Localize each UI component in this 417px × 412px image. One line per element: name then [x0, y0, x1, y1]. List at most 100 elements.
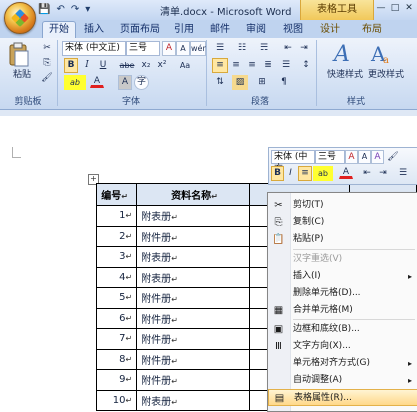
mini-increase-indent-icon[interactable]: ⇥ — [375, 166, 391, 181]
tab-references[interactable]: 引用 — [174, 22, 194, 38]
sort-icon[interactable]: ⇅ — [212, 75, 228, 90]
show-marks-icon[interactable]: ¶ — [276, 75, 292, 90]
office-button[interactable] — [4, 2, 36, 34]
row-name-cell[interactable]: 附表册↵ — [136, 246, 250, 268]
row-name-cell[interactable]: 附件册↵ — [136, 348, 250, 370]
row-number-cell[interactable]: 6↵ — [95, 307, 138, 329]
menu-item-copy[interactable]: ⎘ 复制(C) — [268, 214, 417, 231]
row-number-cell[interactable]: 2↵ — [95, 225, 138, 247]
menu-item-borders-shading[interactable]: ▣ 边框和底纹(B)... — [268, 321, 417, 338]
row-name-cell[interactable]: 附表册↵ — [136, 205, 250, 227]
paste-icon[interactable] — [8, 42, 30, 67]
quick-styles-icon[interactable]: A — [332, 41, 356, 67]
tab-design[interactable]: 设计 — [320, 22, 340, 38]
menu-item-paste[interactable]: 📋 粘贴(P) — [268, 231, 417, 248]
change-styles-button[interactable]: 更改样式 — [362, 68, 410, 83]
numbering-icon[interactable]: ☷ — [234, 41, 250, 56]
customize-qat-icon[interactable]: ▾ — [85, 3, 90, 17]
tab-layout[interactable]: 布局 — [362, 22, 382, 38]
copy-icon[interactable]: ⎘ — [40, 56, 54, 71]
menu-item-merge-cells[interactable]: ▦ 合并单元格(M) — [268, 302, 417, 319]
cut-icon[interactable]: ✂ — [40, 41, 54, 56]
enclose-characters-button[interactable]: 字 — [134, 75, 149, 90]
row-number-cell[interactable]: 10↵ — [95, 389, 138, 411]
shrink-font-button[interactable]: A — [176, 41, 190, 56]
row-number-cell[interactable]: 5↵ — [95, 287, 138, 309]
row-number-cell[interactable]: 7↵ — [95, 328, 138, 350]
align-center-icon[interactable]: ≡ — [228, 58, 244, 73]
mini-font-color-icon[interactable]: A — [339, 166, 353, 179]
phonetic-guide-button[interactable]: wén — [190, 41, 208, 56]
font-family-input[interactable]: 宋体 (中文正) — [62, 41, 126, 56]
row-number-cell[interactable]: 4↵ — [95, 266, 138, 288]
row-name-cell[interactable]: 附件册↵ — [136, 307, 250, 329]
mini-bullets-icon[interactable]: ☰ — [395, 166, 411, 181]
align-left-icon[interactable]: ≡ — [212, 58, 228, 73]
font-size-input[interactable]: 三号 — [126, 41, 160, 56]
menu-item-text-direction[interactable]: Ⅲ 文字方向(X)... — [268, 338, 417, 355]
row-number-cell[interactable]: 9↵ — [95, 369, 138, 391]
menu-item-insert[interactable]: 插入(I) ▸ — [268, 268, 417, 285]
menu-item-table-properties[interactable]: ▤ 表格属性(R)... — [268, 389, 417, 406]
increase-indent-icon[interactable]: ⇥ — [296, 41, 312, 56]
mini-shrink-font-button[interactable]: A — [358, 150, 371, 164]
change-case-button[interactable]: Aa — [176, 58, 194, 73]
mini-format-painter-icon[interactable]: 🖌 — [385, 150, 401, 164]
row-name-cell[interactable]: 附表册↵ — [136, 266, 250, 288]
align-right-icon[interactable]: ≡ — [244, 58, 260, 73]
line-spacing-icon[interactable]: ↕ — [298, 58, 314, 73]
highlight-button[interactable]: ab — [64, 75, 86, 90]
bullets-icon[interactable]: ☰ — [212, 41, 228, 56]
row-name-cell[interactable]: 附件册↵ — [136, 328, 250, 350]
menu-item-autofit[interactable]: 自动调整(A) ▸ — [268, 372, 417, 389]
row-number-cell[interactable]: 8↵ — [95, 348, 138, 370]
paste-button[interactable]: 粘贴 — [8, 68, 36, 83]
header-name[interactable]: 资料名称↵ — [136, 183, 250, 206]
mini-highlight-button[interactable]: ab — [313, 166, 333, 181]
tab-insert[interactable]: 插入 — [84, 22, 104, 38]
subscript-button[interactable]: x₂ — [138, 58, 154, 73]
save-icon[interactable]: 💾 — [38, 3, 50, 17]
row-number-cell[interactable]: 1↵ — [95, 205, 138, 227]
tab-review[interactable]: 审阅 — [246, 22, 266, 38]
mini-italic-button[interactable]: I — [284, 166, 297, 181]
tab-mailings[interactable]: 邮件 — [210, 22, 230, 38]
row-name-cell[interactable]: 附件册↵ — [136, 225, 250, 247]
maximize-button[interactable]: □ — [389, 2, 401, 14]
minimize-button[interactable]: — — [375, 2, 387, 14]
tab-view[interactable]: 视图 — [283, 22, 303, 38]
row-name-cell[interactable]: 附件册↵ — [136, 369, 250, 391]
row-name-cell[interactable]: 附表册↵ — [136, 389, 250, 411]
mini-font-size-input[interactable]: 三号 — [315, 150, 345, 164]
italic-button[interactable]: I — [80, 58, 94, 73]
mini-grow-font-button[interactable]: A — [345, 150, 358, 164]
menu-item-cell-alignment[interactable]: 单元格对齐方式(G) ▸ — [268, 355, 417, 372]
strikethrough-button[interactable]: abe — [116, 58, 138, 73]
close-button[interactable]: ✕ — [403, 2, 415, 14]
superscript-button[interactable]: x² — [154, 58, 170, 73]
mini-center-align-icon[interactable]: ≡ — [298, 166, 312, 181]
tab-page-layout[interactable]: 页面布局 — [120, 22, 160, 38]
mini-font-family-input[interactable]: 宋体 (中方 — [271, 150, 315, 174]
menu-item-delete-cells[interactable]: 删除单元格(D)... — [268, 285, 417, 302]
distributed-icon[interactable]: ☰ — [278, 58, 294, 73]
redo-icon[interactable]: ↷ — [71, 3, 79, 17]
underline-button[interactable]: U — [96, 58, 110, 73]
tab-home[interactable]: 开始 — [42, 21, 76, 39]
mini-bold-button[interactable]: B — [271, 166, 284, 181]
row-number-cell[interactable]: 3↵ — [95, 246, 138, 268]
header-number[interactable]: 编号↵ — [95, 183, 138, 206]
change-styles-icon[interactable]: Aa — [370, 41, 394, 66]
grow-font-button[interactable]: A — [162, 41, 176, 56]
undo-icon[interactable]: ↶ — [56, 3, 64, 17]
justify-icon[interactable]: ≣ — [260, 58, 276, 73]
format-painter-icon[interactable]: 🖌 — [40, 71, 54, 86]
font-color-button[interactable]: A — [90, 75, 104, 88]
menu-item-cut[interactable]: ✂ 剪切(T) — [268, 197, 417, 214]
bold-button[interactable]: B — [64, 58, 78, 73]
mini-styles-button[interactable]: A — [371, 150, 384, 164]
borders-icon[interactable]: ⊞ — [254, 75, 270, 90]
row-name-cell[interactable]: 附件册↵ — [136, 287, 250, 309]
decrease-indent-icon[interactable]: ⇤ — [280, 41, 296, 56]
shading-icon[interactable]: ▨ — [232, 75, 248, 90]
